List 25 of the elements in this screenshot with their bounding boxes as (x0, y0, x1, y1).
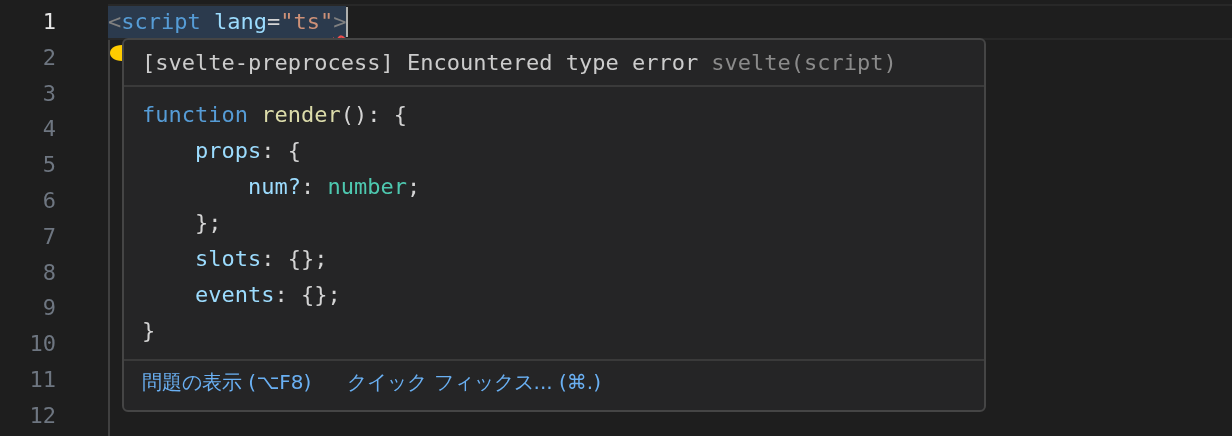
line-number: 10 (28, 330, 56, 359)
line-number: 9 (41, 294, 56, 323)
line-number: 1 (41, 8, 56, 36)
code-line: function render(): { (142, 101, 408, 129)
action-link[interactable]: 問題の表示 (⌥F8) (142, 369, 312, 396)
line-number: 7 (41, 222, 56, 251)
line-number: 5 (41, 151, 56, 180)
code-line: } (142, 317, 157, 345)
code-line: props: { (193, 137, 302, 165)
lightbulb-icon[interactable] (110, 44, 122, 62)
line-number: 11 (28, 365, 56, 394)
action-link[interactable]: クイック フィックス... (⌘.) (347, 369, 601, 396)
line-number: 8 (41, 258, 56, 287)
line-number: 4 (41, 115, 56, 144)
line-number: 6 (41, 187, 56, 215)
text-cursor (346, 7, 349, 37)
line-number: 2 (41, 43, 56, 72)
line-number: 3 (41, 79, 56, 108)
error-source: svelte(script) (711, 50, 897, 75)
code-line: events: {}; (193, 281, 342, 309)
code-line: }; (193, 209, 223, 237)
line-number: 12 (28, 401, 56, 430)
code-line: slots: {}; (193, 245, 329, 273)
error-message: [svelte-preprocess] Encountered type error (142, 50, 699, 75)
code-line: num?: number; (246, 173, 422, 201)
